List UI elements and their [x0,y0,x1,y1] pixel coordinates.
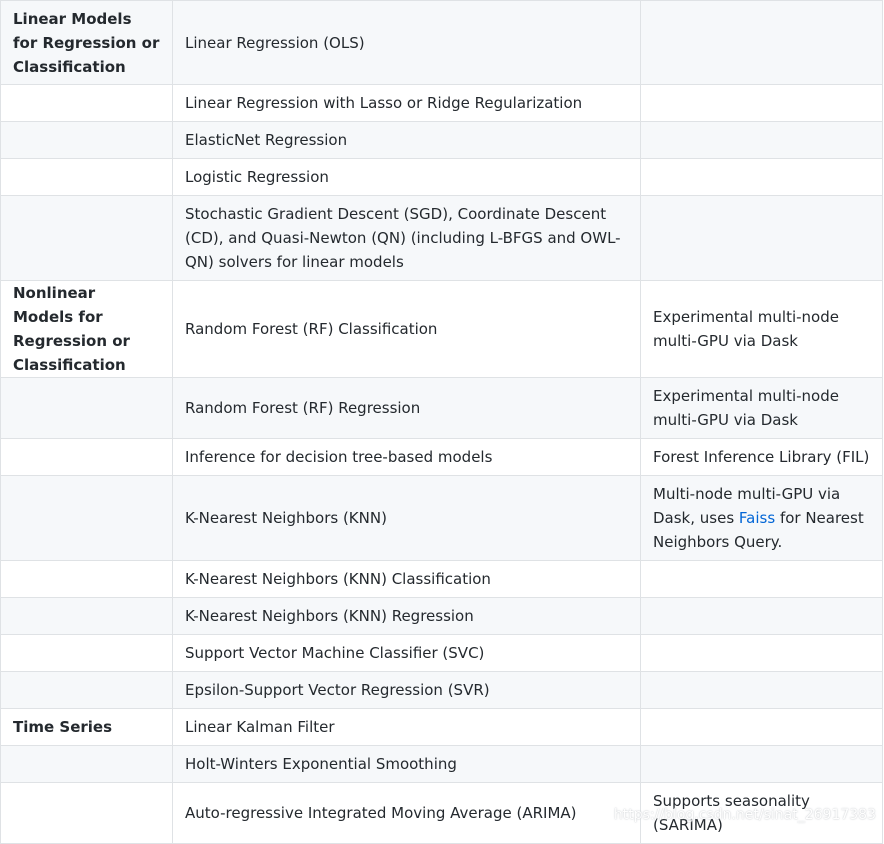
notes-cell: Experimental multi-node multi-GPU via Da… [640,280,883,378]
algorithm-cell: Random Forest (RF) Classification [172,280,641,378]
table-row: Logistic Regression [0,158,883,196]
algorithm-cell: Linear Kalman Filter [172,708,641,746]
category-cell [0,597,173,635]
notes-cell [640,560,883,598]
algorithms-table: Linear Models for Regression or Classifi… [0,0,883,844]
notes-cell [640,745,883,783]
notes-cell: Multi-node multi-GPU via Dask, uses Fais… [640,475,883,561]
faiss-link[interactable]: Faiss [739,509,775,527]
table-row: K-Nearest Neighbors (KNN) Classification [0,560,883,598]
table-row: Auto-regressive Integrated Moving Averag… [0,782,883,844]
category-cell [0,671,173,709]
notes-cell [640,0,883,85]
category-cell: Time Series [0,708,173,746]
category-cell: Nonlinear Models for Regression or Class… [0,280,173,378]
table-row: Support Vector Machine Classifier (SVC) [0,634,883,672]
notes-cell [640,84,883,122]
category-cell [0,560,173,598]
category-cell [0,634,173,672]
table-row: K-Nearest Neighbors (KNN) Multi-node mul… [0,475,883,561]
notes-cell: Experimental multi-node multi-GPU via Da… [640,377,883,439]
notes-cell: Supports seasonality (SARIMA) [640,782,883,844]
category-cell [0,745,173,783]
table-row: Inference for decision tree-based models… [0,438,883,476]
notes-cell [640,195,883,281]
algorithm-cell: Auto-regressive Integrated Moving Averag… [172,782,641,844]
algorithm-cell: Stochastic Gradient Descent (SGD), Coord… [172,195,641,281]
notes-cell [640,158,883,196]
algorithm-cell: Random Forest (RF) Regression [172,377,641,439]
algorithm-cell: Logistic Regression [172,158,641,196]
table-row: K-Nearest Neighbors (KNN) Regression [0,597,883,635]
table-row: Holt-Winters Exponential Smoothing [0,745,883,783]
category-cell [0,377,173,439]
notes-cell [640,671,883,709]
algorithm-cell: Linear Regression with Lasso or Ridge Re… [172,84,641,122]
algorithm-cell: K-Nearest Neighbors (KNN) Regression [172,597,641,635]
category-cell [0,158,173,196]
notes-cell [640,634,883,672]
algorithm-cell: Inference for decision tree-based models [172,438,641,476]
table-row: Stochastic Gradient Descent (SGD), Coord… [0,195,883,281]
category-cell [0,84,173,122]
table-row: ElasticNet Regression [0,121,883,159]
notes-cell [640,597,883,635]
category-cell [0,195,173,281]
algorithm-cell: ElasticNet Regression [172,121,641,159]
algorithm-cell: K-Nearest Neighbors (KNN) Classification [172,560,641,598]
table-row: Linear Regression with Lasso or Ridge Re… [0,84,883,122]
category-cell [0,475,173,561]
table-row: Random Forest (RF) Regression Experiment… [0,377,883,439]
algorithm-cell: Epsilon-Support Vector Regression (SVR) [172,671,641,709]
table-row: Time Series Linear Kalman Filter [0,708,883,746]
algorithm-cell: Holt-Winters Exponential Smoothing [172,745,641,783]
table-row: Linear Models for Regression or Classifi… [0,0,883,85]
notes-cell: Forest Inference Library (FIL) [640,438,883,476]
table-row: Epsilon-Support Vector Regression (SVR) [0,671,883,709]
category-cell [0,782,173,844]
algorithm-cell: Linear Regression (OLS) [172,0,641,85]
algorithm-cell: K-Nearest Neighbors (KNN) [172,475,641,561]
category-cell: Linear Models for Regression or Classifi… [0,0,173,85]
notes-cell [640,708,883,746]
category-cell [0,438,173,476]
algorithm-cell: Support Vector Machine Classifier (SVC) [172,634,641,672]
category-cell [0,121,173,159]
table-row: Nonlinear Models for Regression or Class… [0,280,883,378]
notes-cell [640,121,883,159]
